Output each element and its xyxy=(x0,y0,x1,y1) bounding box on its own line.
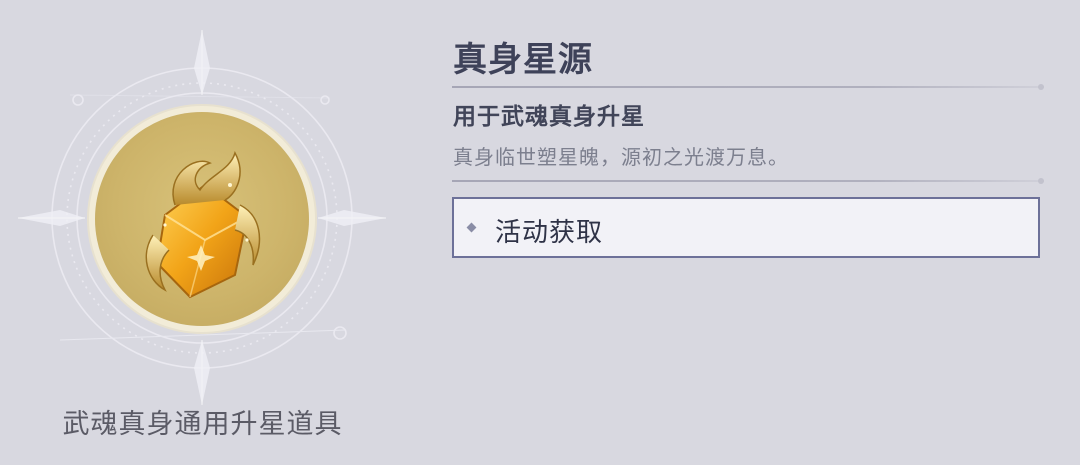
item-category-caption: 武魂真身通用升星道具 xyxy=(62,409,343,440)
source-label: 活动获取 xyxy=(495,218,604,248)
item-usage: 用于武魂真身升星 xyxy=(453,104,645,130)
diamond-bullet-icon xyxy=(466,222,477,233)
description-divider xyxy=(452,178,1044,184)
title-divider xyxy=(452,84,1044,90)
item-detail-page: 武魂真身通用升星道具 真身星源 用于武魂真身升星 真身临世塑星魄，源初之光渡万息… xyxy=(0,0,1080,465)
item-emblem: 武魂真身通用升星道具 xyxy=(0,0,410,465)
item-description: 真身临世塑星魄，源初之光渡万息。 xyxy=(453,145,789,169)
golden-star-crystal-icon xyxy=(145,151,261,299)
item-title: 真身星源 xyxy=(453,40,593,80)
source-entry-button[interactable]: 活动获取 xyxy=(452,197,1040,258)
